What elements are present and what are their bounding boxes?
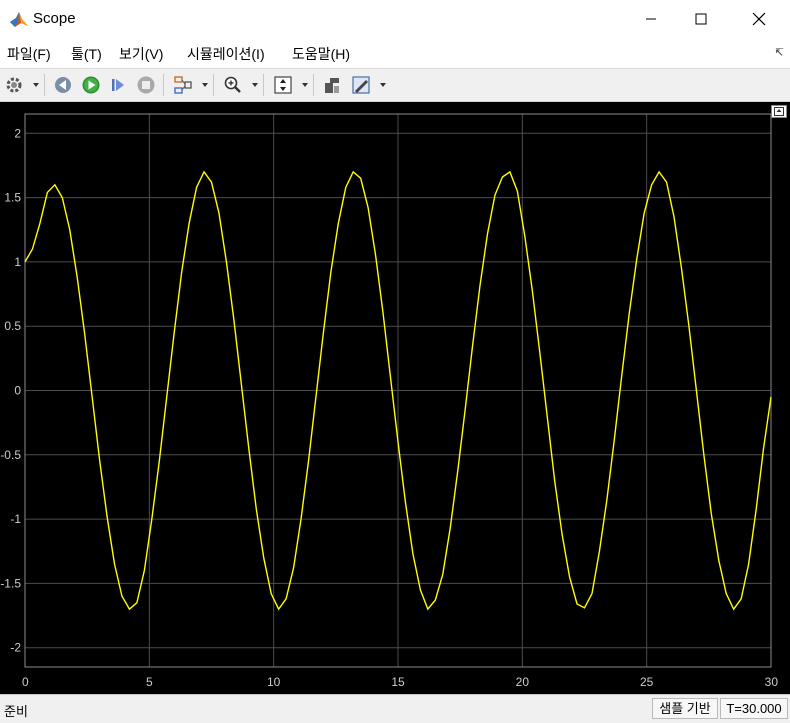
toolbar-separator	[263, 74, 264, 96]
close-icon	[752, 12, 766, 26]
y-tick-label: 0	[14, 384, 21, 398]
gear-icon[interactable]	[3, 74, 25, 96]
title-bar: Scope	[0, 0, 790, 38]
toolbar-separator	[213, 74, 214, 96]
signal-dropdown-icon[interactable]	[202, 83, 208, 87]
close-button[interactable]	[736, 0, 782, 38]
maximize-icon	[695, 13, 707, 25]
menu-tools[interactable]: 툴(T)	[71, 44, 102, 64]
minimize-icon	[646, 18, 656, 20]
run-icon[interactable]	[80, 74, 102, 96]
toolbar	[0, 68, 790, 102]
scale-axes-icon[interactable]	[272, 74, 294, 96]
scope-display[interactable]: 0 5 10 15 20 25 30 2 1.5 1 0.5 0 -0.5 -1 -1.5 -2	[0, 102, 790, 694]
matlab-logo-icon	[9, 9, 29, 29]
menu-view[interactable]: 보기(V)	[119, 44, 163, 64]
x-tick-label: 25	[640, 675, 654, 689]
x-tick-label: 10	[267, 675, 281, 689]
undock-icon	[774, 107, 784, 116]
x-tick-label: 0	[22, 675, 29, 689]
x-tick-label: 5	[146, 675, 153, 689]
toolbar-separator	[44, 74, 45, 96]
status-bar: 준비 샘플 기반 T=30.000	[0, 694, 790, 723]
simulation-time-readout: T=30.000	[720, 698, 788, 719]
x-tick-label: 30	[765, 675, 779, 689]
y-tick-label: 1	[14, 255, 21, 269]
y-tick-label: -1.5	[0, 576, 21, 590]
toolbar-separator	[163, 74, 164, 96]
x-tick-label: 20	[516, 675, 530, 689]
undock-button[interactable]	[771, 105, 787, 118]
toolbar-separator	[313, 74, 314, 96]
x-tick-label: 15	[391, 675, 405, 689]
style-dropdown-icon[interactable]	[380, 83, 386, 87]
maximize-button[interactable]	[678, 0, 724, 38]
y-tick-label: 2	[14, 126, 21, 140]
highlight-block-icon[interactable]	[321, 74, 343, 96]
menu-file[interactable]: 파일(F)	[7, 44, 51, 64]
menu-help[interactable]: 도움말(H)	[292, 44, 350, 64]
menu-bar: 파일(F) 툴(T) 보기(V) 시뮬레이션(I) 도움말(H) ↸	[0, 38, 790, 68]
grid	[24, 114, 772, 667]
dock-arrow-icon[interactable]: ↸	[775, 46, 784, 59]
scope-plot: 0 5 10 15 20 25 30 2 1.5 1 0.5 0 -0.5 -1 -1.5 -2	[0, 113, 778, 689]
settings-dropdown-icon[interactable]	[33, 83, 39, 87]
minimize-button[interactable]	[628, 0, 674, 38]
menu-simulation[interactable]: 시뮬레이션(I)	[187, 44, 265, 64]
y-tick-label: 0.5	[4, 319, 21, 333]
step-back-icon[interactable]	[52, 74, 74, 96]
x-axis-ticks: 0 5 10 15 20 25 30	[22, 675, 778, 689]
y-axis-ticks: 2 1.5 1 0.5 0 -0.5 -1 -1.5 -2	[0, 126, 21, 654]
zoom-dropdown-icon[interactable]	[252, 83, 258, 87]
status-text: 준비	[4, 704, 28, 719]
step-forward-icon[interactable]	[107, 74, 129, 96]
y-tick-label: -1	[10, 512, 21, 526]
y-tick-label: 1.5	[4, 191, 21, 205]
sample-mode-indicator: 샘플 기반	[652, 698, 718, 719]
signal-select-icon[interactable]	[172, 74, 194, 96]
stop-icon[interactable]	[135, 74, 157, 96]
zoom-icon[interactable]	[222, 74, 244, 96]
style-icon[interactable]	[350, 74, 372, 96]
y-tick-label: -0.5	[0, 448, 21, 462]
scale-dropdown-icon[interactable]	[302, 83, 308, 87]
window-title: Scope	[33, 10, 76, 27]
y-tick-label: -2	[10, 641, 21, 655]
